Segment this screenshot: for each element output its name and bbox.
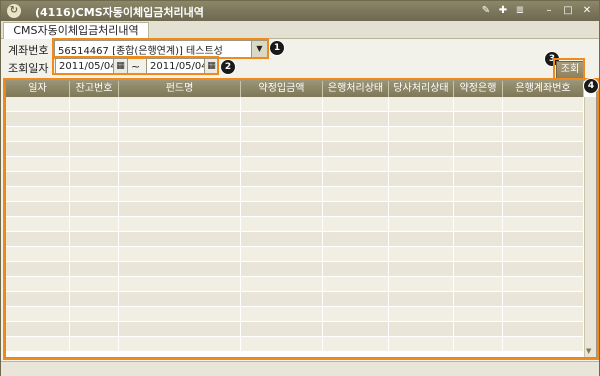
restore-icon[interactable]: □	[561, 4, 575, 18]
menu-icon[interactable]: ≣	[513, 4, 527, 18]
account-label: 계좌번호	[8, 44, 49, 57]
highlight-grid	[3, 78, 599, 360]
fit-icon[interactable]: ✚	[496, 4, 510, 18]
tab-cms-deposit[interactable]: CMS자동이체입금처리내역	[3, 22, 149, 39]
window-title: (4116)CMS자동이체입금처리내역	[35, 6, 204, 19]
highlight-date	[52, 56, 219, 75]
badge-1: 1	[269, 40, 285, 56]
close-icon[interactable]: ✕	[580, 4, 594, 18]
highlight-search	[553, 58, 585, 80]
status-bar	[1, 361, 599, 376]
title-bar[interactable]: ↻ (4116)CMS자동이체입금처리내역 ✎ ✚ ≣ – □ ✕	[1, 1, 599, 21]
refresh-icon[interactable]: ↻	[7, 4, 21, 18]
tab-bar: CMS자동이체입금처리내역	[1, 21, 599, 39]
app-window: ↻ (4116)CMS자동이체입금처리내역 ✎ ✚ ≣ – □ ✕ CMS자동이…	[0, 0, 600, 376]
date-label: 조회일자	[8, 62, 49, 75]
pin-icon[interactable]: ✎	[479, 4, 493, 18]
badge-4: 4	[583, 78, 599, 94]
badge-2: 2	[220, 59, 236, 75]
minimize-icon[interactable]: –	[542, 4, 556, 18]
